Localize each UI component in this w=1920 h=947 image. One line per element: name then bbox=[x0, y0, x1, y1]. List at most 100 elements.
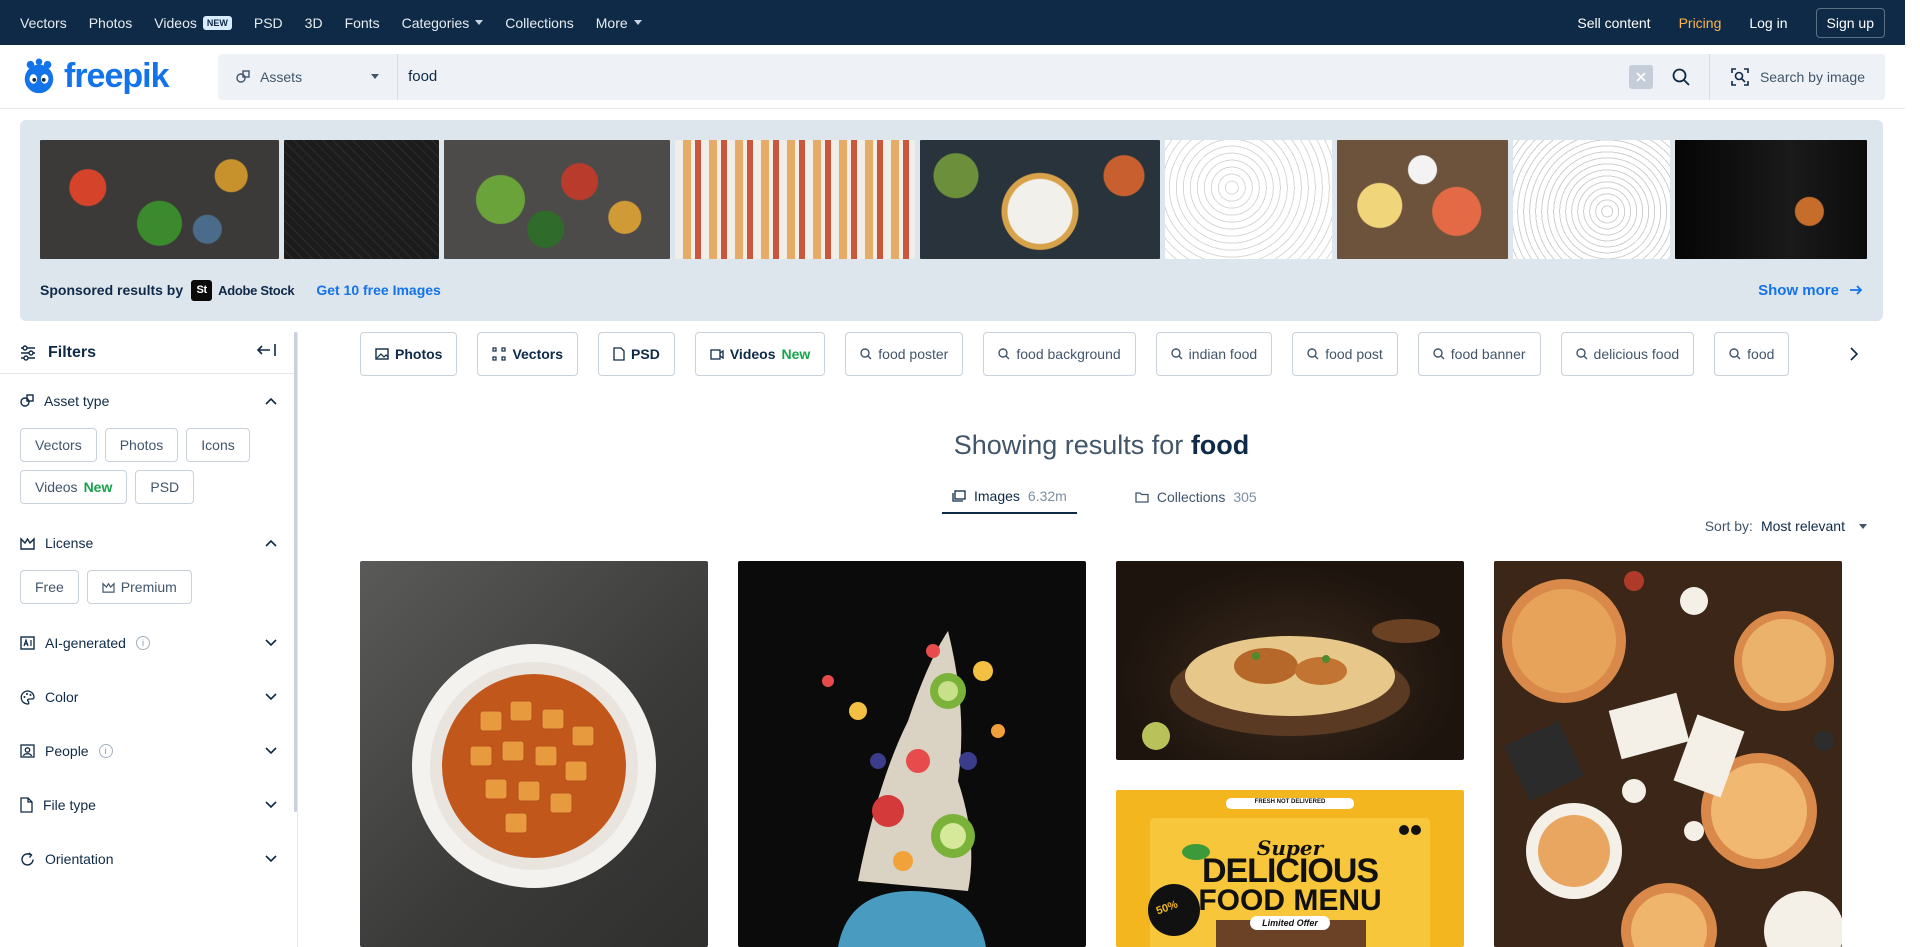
show-more-link[interactable]: Show more bbox=[1758, 282, 1863, 299]
nav-fonts[interactable]: Fonts bbox=[345, 15, 380, 31]
search-icon bbox=[860, 348, 872, 360]
chip-photos[interactable]: Photos bbox=[104, 428, 179, 462]
nav-categories[interactable]: Categories bbox=[402, 15, 484, 31]
filter-file-type-header[interactable]: File type bbox=[20, 778, 277, 832]
sponsored-image[interactable] bbox=[1513, 140, 1670, 259]
free-images-link[interactable]: Get 10 free Images bbox=[316, 282, 441, 298]
chip-videos[interactable]: Videos New bbox=[20, 470, 128, 504]
result-image[interactable] bbox=[1116, 561, 1464, 760]
ai-icon bbox=[20, 636, 35, 650]
tab-images[interactable]: Images 6.32m bbox=[942, 480, 1077, 514]
tag-videos-label: Videos bbox=[729, 346, 776, 362]
sponsored-image[interactable] bbox=[1675, 140, 1867, 259]
filter-color: Color bbox=[0, 670, 297, 724]
tag-query-label: food bbox=[1747, 346, 1775, 362]
chip-vectors[interactable]: Vectors bbox=[20, 428, 97, 462]
nav-photos[interactable]: Photos bbox=[89, 15, 133, 31]
freepik-logo[interactable]: freepik bbox=[20, 57, 198, 96]
info-icon[interactable]: i bbox=[98, 744, 113, 758]
chip-free[interactable]: Free bbox=[20, 570, 79, 604]
sort-control: Sort by: Most relevant bbox=[1705, 518, 1867, 534]
chevron-down-icon bbox=[265, 639, 277, 647]
sidebar-scrollbar[interactable] bbox=[294, 332, 297, 812]
search-by-image-button[interactable]: Search by image bbox=[1708, 53, 1885, 100]
tag-query[interactable]: food banner bbox=[1417, 332, 1541, 376]
result-image[interactable]: FRESH NOT DELIVERED Super DELICIOUS FOOD… bbox=[1116, 790, 1464, 947]
signup-button[interactable]: Sign up bbox=[1815, 7, 1885, 38]
search-icon bbox=[998, 348, 1010, 360]
nav-collections[interactable]: Collections bbox=[505, 15, 573, 31]
tag-psd[interactable]: PSD bbox=[598, 332, 675, 376]
header: freepik Assets Search by image bbox=[0, 45, 1905, 109]
tab-collections[interactable]: Collections 305 bbox=[1125, 480, 1267, 514]
crown-icon bbox=[20, 536, 35, 550]
tags-next-button[interactable] bbox=[1816, 332, 1872, 376]
asset-type-select[interactable]: Assets bbox=[218, 53, 399, 100]
tag-query[interactable]: food bbox=[1714, 332, 1790, 376]
filter-license-header[interactable]: License bbox=[20, 516, 277, 570]
results-query: food bbox=[1190, 430, 1250, 460]
chip-premium[interactable]: Premium bbox=[86, 570, 192, 604]
sponsored-image[interactable] bbox=[444, 140, 670, 259]
sponsored-image[interactable] bbox=[1337, 140, 1508, 259]
nav-more[interactable]: More bbox=[596, 15, 642, 31]
filter-color-title: Color bbox=[45, 689, 79, 705]
nav-more-label: More bbox=[595, 14, 628, 31]
result-image[interactable] bbox=[360, 561, 708, 947]
nav-vectors[interactable]: Vectors bbox=[20, 15, 67, 31]
result-image[interactable] bbox=[1494, 561, 1842, 947]
tag-query[interactable]: indian food bbox=[1155, 332, 1273, 376]
chevron-down-icon bbox=[265, 693, 277, 701]
vector-icon bbox=[492, 347, 507, 361]
search-input[interactable] bbox=[398, 53, 1629, 100]
filter-people-header[interactable]: People i bbox=[20, 724, 277, 778]
tag-query[interactable]: food poster bbox=[845, 332, 964, 376]
image-icon bbox=[375, 348, 389, 360]
tag-photos[interactable]: Photos bbox=[360, 332, 458, 376]
biryani-illustration bbox=[1142, 619, 1440, 750]
filter-ai-generated-title: AI-generated bbox=[45, 635, 126, 651]
sponsored-image[interactable] bbox=[920, 140, 1160, 259]
results-prefix: Showing results for bbox=[953, 430, 1184, 460]
sponsored-image[interactable] bbox=[40, 140, 279, 259]
chip-icons[interactable]: Icons bbox=[186, 428, 250, 462]
sponsored-image[interactable] bbox=[675, 140, 915, 259]
filter-ai-generated: AI-generated i bbox=[0, 616, 297, 670]
info-icon[interactable]: i bbox=[135, 636, 150, 650]
result-image[interactable] bbox=[738, 561, 1086, 947]
nav-psd[interactable]: PSD bbox=[254, 15, 283, 31]
fruit-splash-illustration bbox=[822, 631, 1005, 947]
sponsored-results: Sponsored results by St Adobe Stock Get … bbox=[20, 120, 1883, 321]
login-link[interactable]: Log in bbox=[1749, 15, 1787, 31]
images-icon bbox=[952, 490, 966, 502]
tag-query[interactable]: delicious food bbox=[1560, 332, 1695, 376]
collapse-sidebar-button[interactable] bbox=[256, 343, 277, 362]
nav-3d[interactable]: 3D bbox=[305, 15, 323, 31]
tag-query[interactable]: food background bbox=[983, 332, 1136, 376]
filter-asset-type-header[interactable]: Asset type bbox=[20, 374, 277, 428]
tag-vectors[interactable]: Vectors bbox=[477, 332, 579, 376]
tag-videos[interactable]: Videos New bbox=[694, 332, 826, 376]
top-nav-right: Sell content Pricing Log in Sign up bbox=[1577, 7, 1885, 38]
sponsored-image[interactable] bbox=[284, 140, 439, 259]
chip-psd[interactable]: PSD bbox=[135, 470, 195, 504]
sponsored-image[interactable] bbox=[1165, 140, 1332, 259]
nav-videos[interactable]: Videos NEW bbox=[154, 15, 232, 31]
sponsored-footer: Sponsored results by St Adobe Stock Get … bbox=[40, 270, 1863, 310]
filter-orientation-header[interactable]: Orientation bbox=[20, 832, 277, 886]
tab-images-label: Images bbox=[974, 488, 1020, 504]
chevron-down-icon bbox=[1859, 523, 1867, 529]
search-button[interactable] bbox=[1667, 63, 1695, 91]
filter-people-title: People bbox=[45, 743, 89, 759]
sort-select[interactable]: Most relevant bbox=[1761, 518, 1845, 534]
filter-people: People i bbox=[0, 724, 297, 778]
sell-content-link[interactable]: Sell content bbox=[1577, 15, 1650, 31]
tag-query[interactable]: food post bbox=[1292, 332, 1398, 376]
filter-color-header[interactable]: Color bbox=[20, 670, 277, 724]
psd-icon bbox=[613, 347, 625, 361]
filter-ai-generated-header[interactable]: AI-generated i bbox=[20, 616, 277, 670]
filters-title: Filters bbox=[48, 343, 97, 361]
clear-search-button[interactable] bbox=[1628, 64, 1653, 89]
crown-icon bbox=[102, 581, 115, 593]
pricing-link[interactable]: Pricing bbox=[1679, 15, 1722, 31]
